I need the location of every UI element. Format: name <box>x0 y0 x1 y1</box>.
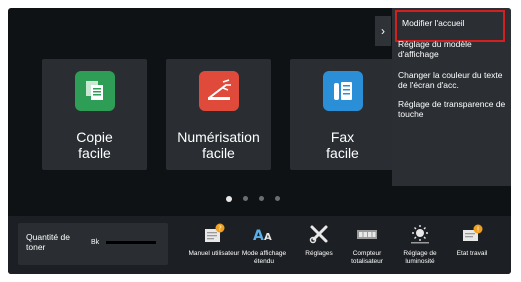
tile-label: Numérisation facile <box>177 129 260 161</box>
job-status-icon: ! <box>460 222 484 246</box>
brightness-label: Réglage de luminosité <box>403 250 437 265</box>
menu-item-reglage-modele[interactable]: Réglage du modèle d'affichage <box>398 39 506 59</box>
extended-display-button[interactable]: A A Mode affichage étendu <box>236 222 292 266</box>
toner-color-label: Bk <box>91 239 100 246</box>
copy-icon <box>75 71 115 111</box>
menu-toggle-chevron-icon[interactable]: › <box>375 16 391 46</box>
counter-button[interactable]: Compteur totalisateur <box>339 222 395 266</box>
page-dot-active[interactable] <box>226 195 232 202</box>
manual-button[interactable]: ? Manuel utilisateur <box>186 222 242 258</box>
menu-item-label: Modifier l'accueil <box>402 18 465 28</box>
bottom-bar: Quantité de toner Bk ? Manuel utilisateu… <box>8 216 511 274</box>
menu-item-modifier-accueil[interactable]: Modifier l'accueil <box>395 10 505 42</box>
text-size-icon: A A <box>252 222 276 246</box>
manual-label: Manuel utilisateur <box>188 250 240 257</box>
brightness-button[interactable]: Réglage de luminosité <box>392 222 448 266</box>
counter-icon <box>355 222 379 246</box>
tile-label: Copie facile <box>76 129 113 161</box>
brightness-icon <box>408 222 432 246</box>
job-status-button[interactable]: ! Etat travail <box>444 222 500 258</box>
page-dot[interactable] <box>259 196 264 201</box>
svg-text:?: ? <box>218 225 222 233</box>
toner-level-panel: Quantité de toner Bk <box>18 223 168 265</box>
settings-tools-icon <box>307 222 331 246</box>
touch-screen: Copie facile Numérisation facile Fax fac… <box>8 8 511 274</box>
action-panel-menu: Modifier l'accueil Réglage du modèle d'a… <box>392 8 511 186</box>
page-dot[interactable] <box>243 196 248 201</box>
job-status-label: Etat travail <box>456 250 488 257</box>
tile-copie-facile[interactable]: Copie facile <box>42 59 147 170</box>
fax-icon <box>323 71 363 111</box>
extended-display-label: Mode affichage étendu <box>241 250 287 265</box>
counter-label: Compteur totalisateur <box>351 250 383 265</box>
toner-level-bar <box>106 241 156 244</box>
menu-item-changer-couleur[interactable]: Changer la couleur du texte de l'écran d… <box>398 70 506 90</box>
svg-text:A: A <box>264 232 272 243</box>
page-indicator <box>226 195 282 202</box>
manual-icon: ? <box>202 222 226 246</box>
menu-item-transparence[interactable]: Réglage de transparence de touche <box>398 99 506 119</box>
svg-text:A: A <box>253 228 264 244</box>
toner-label: Quantité de toner <box>26 232 70 252</box>
svg-text:!: ! <box>477 226 480 234</box>
tile-fax-facile[interactable]: Fax facile <box>290 59 395 170</box>
tile-label: Fax facile <box>326 129 359 161</box>
tile-numerisation-facile[interactable]: Numérisation facile <box>166 59 271 170</box>
page-dot[interactable] <box>275 196 280 201</box>
scan-icon <box>199 71 239 111</box>
